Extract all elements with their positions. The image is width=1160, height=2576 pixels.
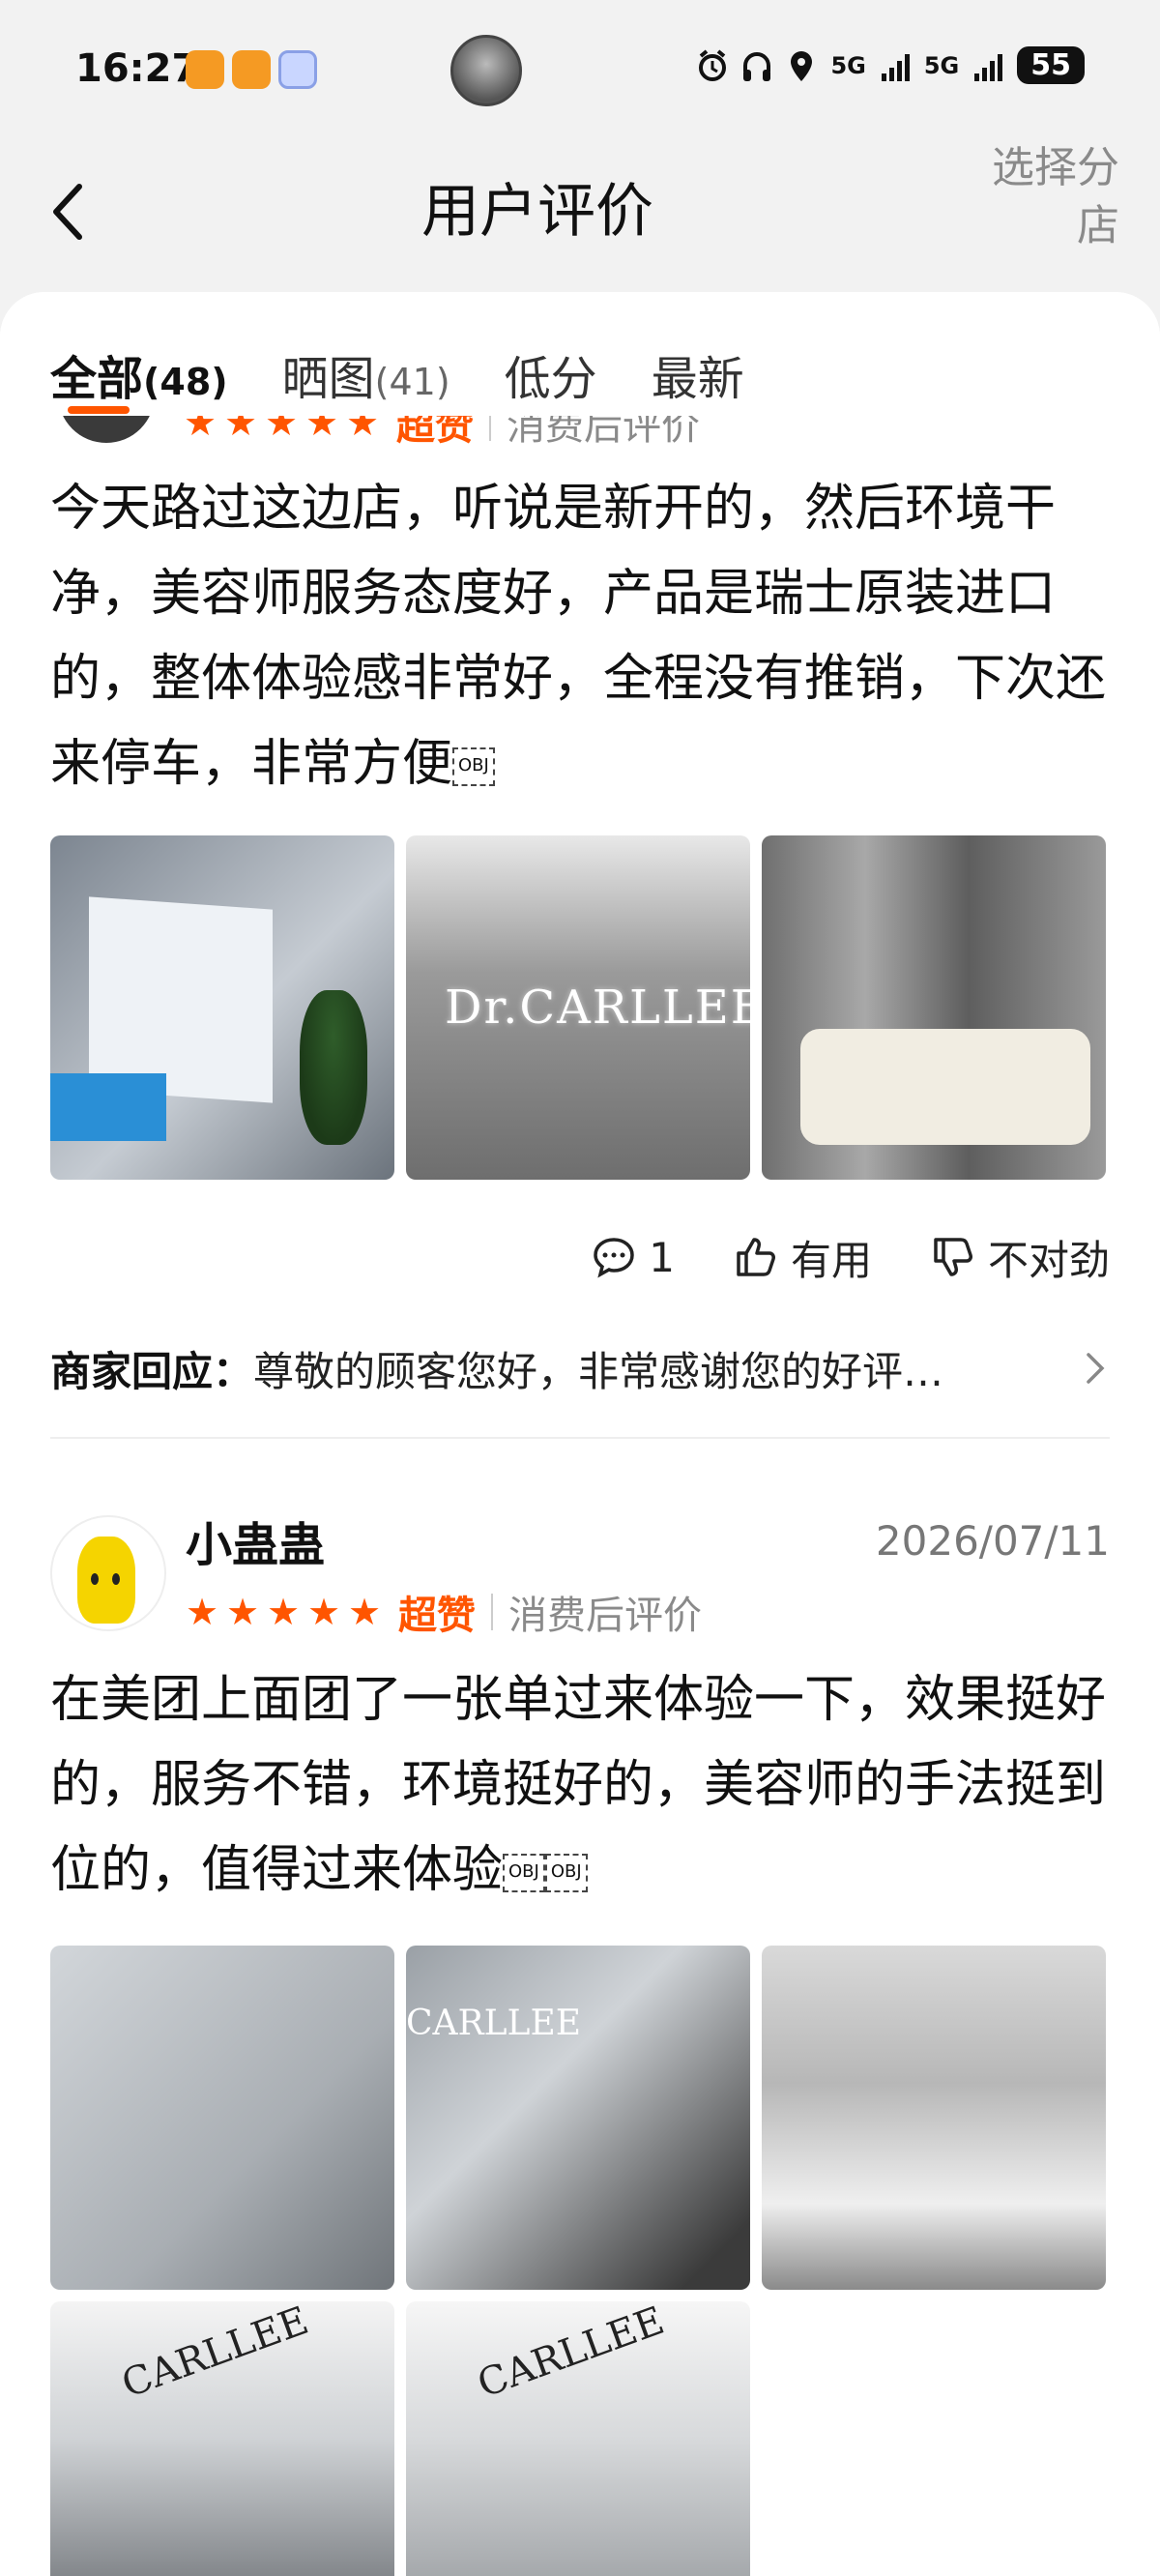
review-item: 小蛊蛊 2026/07/11 ★ ★ ★ ★ ★ 超赞 消费后评价 在美团上面团… <box>50 1507 1110 2576</box>
tab-count: (48) <box>143 361 228 403</box>
review-photo[interactable] <box>50 1946 394 2290</box>
review-photo[interactable]: CARLLEE <box>406 2301 750 2576</box>
photo-logo-text: CARLLEE <box>472 2301 670 2408</box>
star-icon: ★ <box>186 1591 219 1633</box>
review-photo[interactable] <box>762 835 1106 1180</box>
tab-label: 晒图 <box>281 352 375 406</box>
tab-label: 最新 <box>651 352 744 406</box>
signal-bars-icon <box>881 53 910 81</box>
merchant-reply[interactable]: 商家回应： 尊敬的顾客您好，非常感谢您的好评… <box>50 1334 1110 1402</box>
object-placeholder: OBJ <box>452 747 495 786</box>
tab-newest[interactable]: 最新 <box>652 340 744 408</box>
select-branch-button[interactable]: 选择分店 <box>955 139 1119 255</box>
signal-5g-label: 5G <box>830 51 866 79</box>
status-time: 16:27 <box>75 46 199 91</box>
review-date: 2026/07/11 <box>875 1516 1110 1565</box>
review-text: 今天路过这边店，听说是新开的，然后环境干净，美容师服务态度好，产品是瑞士原装进口… <box>50 480 1107 793</box>
star-rating: ★ ★ ★ ★ ★ <box>186 1591 383 1633</box>
rating-word: 超赞 <box>398 1594 476 1638</box>
tab-label: 全部 <box>50 352 144 406</box>
divider <box>50 1437 1110 1439</box>
page-title: 用户评价 <box>421 178 653 246</box>
photo-grid: Dr.CARLLEE <box>50 835 1110 1180</box>
photo-logo-text: CARLLEE <box>116 2301 314 2408</box>
review-item: 今天路过这边店，听说是新开的，然后环境干净，美容师服务态度好，产品是瑞士原装进口… <box>50 466 1110 1439</box>
location-icon <box>791 50 813 81</box>
object-placeholder: OBJ <box>544 1854 588 1892</box>
tab-photos[interactable]: 晒图 (41) <box>282 340 450 408</box>
tab-all[interactable]: 全部 (48) <box>50 340 228 408</box>
active-tab-indicator <box>68 406 130 414</box>
signal-5g-label-2: 5G <box>923 51 960 79</box>
not-right-button[interactable]: 不对劲 <box>930 1228 1110 1287</box>
comment-icon <box>594 1238 634 1278</box>
review-actions: 1 有用 不对劲 <box>50 1218 1110 1296</box>
avatar[interactable] <box>50 1515 166 1631</box>
review-photo[interactable] <box>762 1946 1106 2290</box>
floating-avatar-icon[interactable] <box>450 35 522 106</box>
photo-logo-text: Dr.CARLLEE <box>445 981 750 1035</box>
app-notification-icon <box>232 50 271 89</box>
merchant-reply-label: 商家回应： <box>50 1347 254 1395</box>
signal-bars-icon-2 <box>974 53 1003 81</box>
comment-count: 1 <box>649 1233 675 1281</box>
thumbs-down-icon <box>934 1238 972 1276</box>
status-icons: 5G 5G 55 <box>697 46 1085 84</box>
chevron-right-icon <box>1087 1353 1105 1384</box>
battery-indicator: 55 <box>1017 46 1085 84</box>
status-bar: 16:27 5G 5G 55 <box>0 0 1160 135</box>
page-header: 用户评价 选择分店 <box>0 135 1160 290</box>
review-header: 小蛊蛊 2026/07/11 ★ ★ ★ ★ ★ 超赞 消费后评价 <box>50 1507 1110 1640</box>
review-list-card: ★ ★ ★ ★ ★ 超赞 消费后评价 全部(48) 晒图(41) 低分 最新 <box>0 292 1160 2576</box>
divider <box>491 1594 493 1630</box>
object-placeholder: OBJ <box>503 1854 545 1892</box>
photo-logo-text: CARLLEE <box>406 2004 582 2043</box>
thumbs-up-icon <box>737 1238 775 1276</box>
review-text: 在美团上面团了一张单过来体验一下，效果挺好的，服务不错，环境挺好的，美容师的手法… <box>50 1671 1107 1899</box>
star-icon: ★ <box>267 1591 301 1633</box>
photo-grid: CARLLEE CARLLEE CARLLEE <box>50 1946 1110 2576</box>
star-icon: ★ <box>226 1591 260 1633</box>
tabs-bar: 全部 (48) 晒图 (41) 低分 最新 <box>0 292 1160 416</box>
alarm-icon <box>699 48 727 81</box>
username[interactable]: 小蛊蛊 <box>186 1507 325 1574</box>
headphones-icon <box>743 51 771 81</box>
tab-label: 低分 <box>504 352 597 406</box>
review-photo[interactable]: Dr.CARLLEE <box>406 835 750 1180</box>
review-photo[interactable] <box>50 835 394 1180</box>
review-photo[interactable]: CARLLEE <box>406 1946 750 2290</box>
star-icon: ★ <box>348 1591 382 1633</box>
comment-button[interactable]: 1 <box>591 1234 675 1281</box>
useful-button[interactable]: 有用 <box>733 1228 872 1287</box>
useful-label: 有用 <box>790 1236 872 1284</box>
star-icon: ★ <box>307 1591 341 1633</box>
app-notification-icon <box>186 50 224 89</box>
tab-low-score[interactable]: 低分 <box>505 340 597 408</box>
tab-count: (41) <box>374 361 450 403</box>
merchant-reply-text: 尊敬的顾客您好，非常感谢您的好评… <box>253 1347 944 1395</box>
not-right-label: 不对劲 <box>987 1236 1110 1284</box>
review-type-label: 消费后评价 <box>508 1594 702 1638</box>
assistant-notification-icon <box>278 50 317 89</box>
review-photo[interactable]: CARLLEE <box>50 2301 394 2576</box>
